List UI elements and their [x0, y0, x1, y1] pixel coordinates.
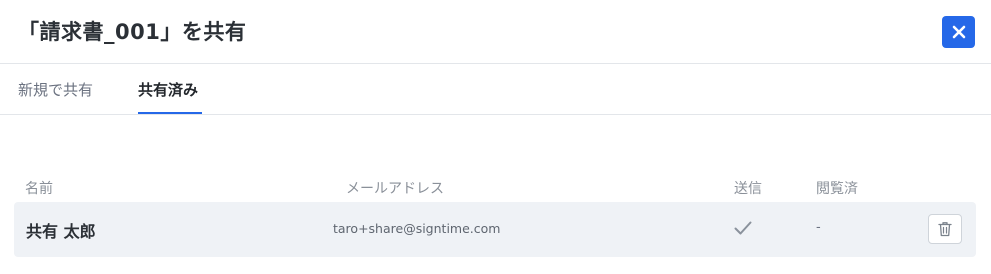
checkmark-icon [734, 221, 752, 235]
column-header-viewed: 閲覧済 [816, 181, 858, 197]
close-button[interactable] [942, 16, 975, 48]
recipient-email: taro+share@signtime.com [333, 221, 501, 236]
viewed-status: - [816, 220, 821, 235]
recipient-name: 共有 太郎 [26, 222, 96, 241]
dialog-header: 「請求書_001」を共有 [0, 0, 991, 64]
column-header-email: メールアドレス [346, 181, 444, 197]
delete-button[interactable] [928, 214, 962, 244]
close-icon [952, 25, 965, 39]
tab-new-share[interactable]: 新規で共有 [18, 79, 93, 100]
active-tab-indicator [138, 112, 202, 114]
share-dialog: 「請求書_001」を共有 新規で共有 共有済み 名前 メールアドレス 送信 閲覧… [0, 0, 991, 274]
column-header-sent: 送信 [734, 181, 762, 197]
column-header-name: 名前 [25, 181, 53, 197]
trash-icon [938, 222, 952, 237]
tab-bar: 新規で共有 共有済み [0, 64, 991, 115]
table-row: 共有 太郎 taro+share@signtime.com - [14, 202, 976, 257]
dialog-title: 「請求書_001」を共有 [18, 20, 247, 44]
tab-shared[interactable]: 共有済み [138, 79, 198, 100]
